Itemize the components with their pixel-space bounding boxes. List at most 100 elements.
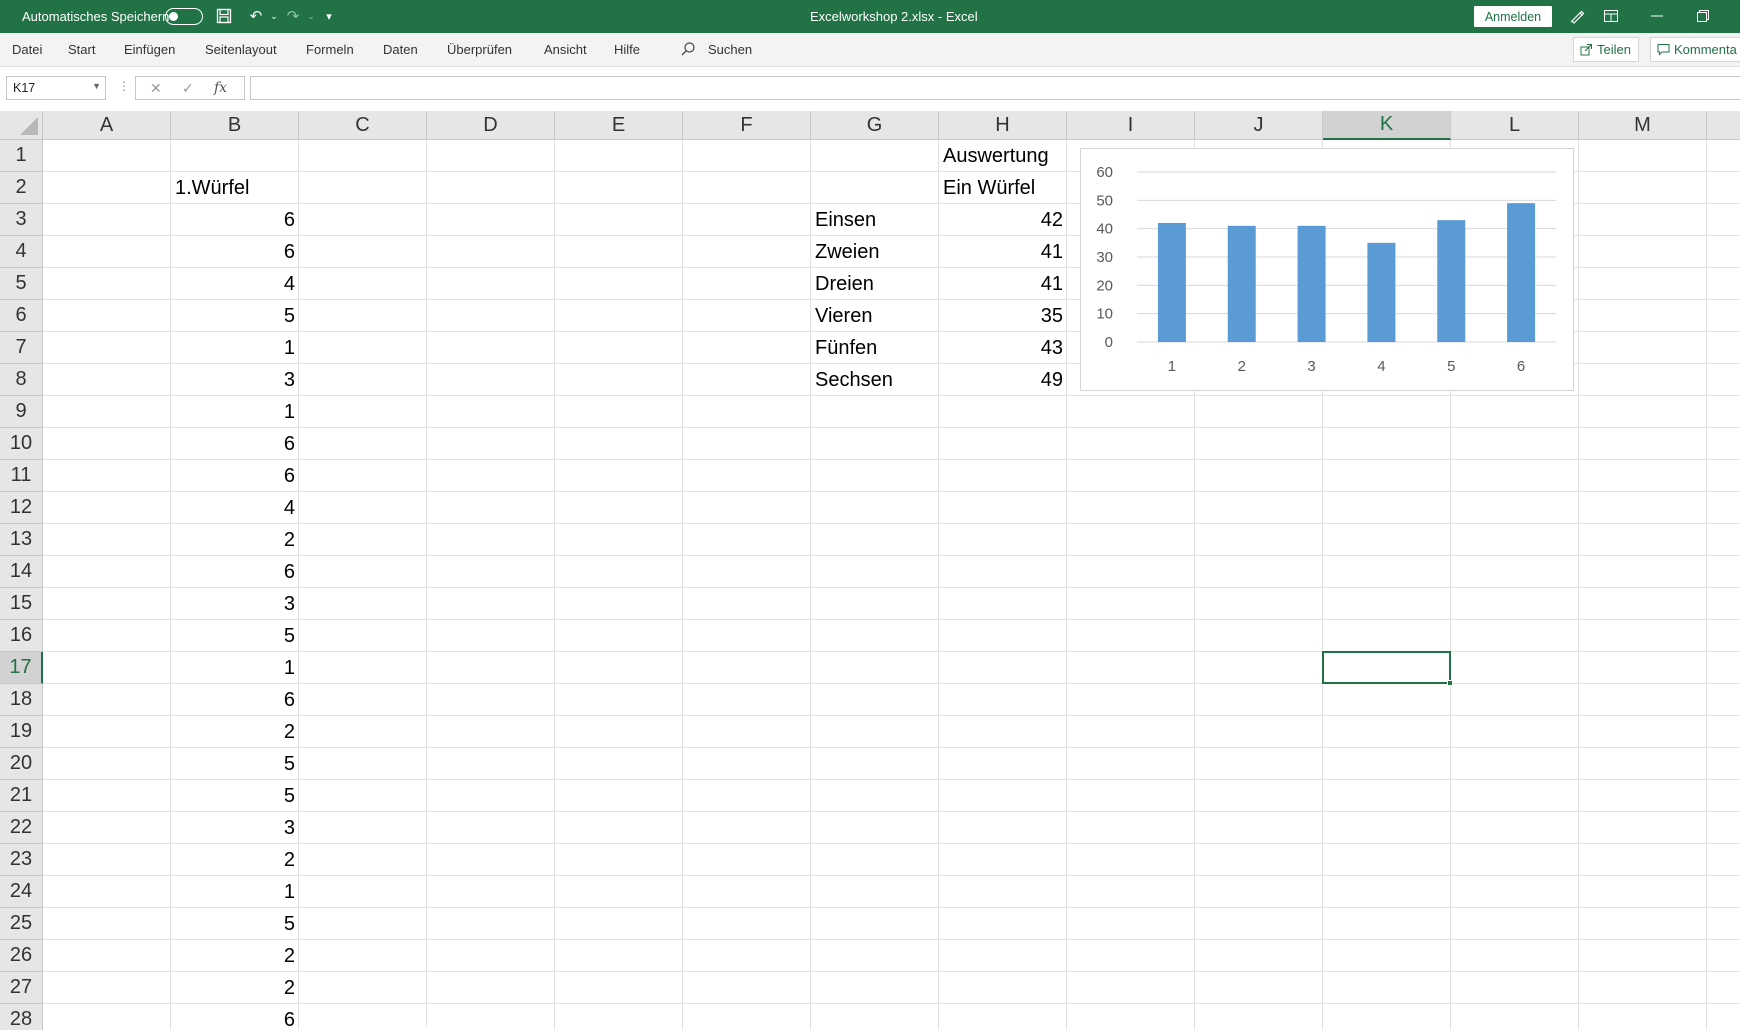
cell-h5[interactable]: 41 xyxy=(939,268,1067,300)
row-header-16[interactable]: 16 xyxy=(0,620,43,652)
bar-1[interactable] xyxy=(1157,223,1186,342)
column-header-k[interactable]: K xyxy=(1323,111,1451,140)
formula-bar-grip-icon[interactable]: ⋮ xyxy=(118,79,130,93)
cell-b26[interactable]: 2 xyxy=(171,940,299,972)
row-header-8[interactable]: 8 xyxy=(0,364,43,396)
comment-button[interactable]: Kommenta xyxy=(1650,37,1740,62)
cell-b22[interactable]: 3 xyxy=(171,812,299,844)
cell-b13[interactable]: 2 xyxy=(171,524,299,556)
column-header-h[interactable]: H xyxy=(939,111,1067,140)
fill-handle[interactable] xyxy=(1447,680,1453,686)
cell-b14[interactable]: 6 xyxy=(171,556,299,588)
row-header-21[interactable]: 21 xyxy=(0,780,43,812)
cell-b9[interactable]: 1 xyxy=(171,396,299,428)
cell-b4[interactable]: 6 xyxy=(171,236,299,268)
column-header-b[interactable]: B xyxy=(171,111,299,140)
cell-b23[interactable]: 2 xyxy=(171,844,299,876)
row-header-10[interactable]: 10 xyxy=(0,428,43,460)
row-header-25[interactable]: 25 xyxy=(0,908,43,940)
cell-b3[interactable]: 6 xyxy=(171,204,299,236)
column-header-l[interactable]: L xyxy=(1451,111,1579,140)
bar-chart[interactable]: 0 10 20 30 40 50 60 1 2 3 4 5 6 xyxy=(1080,148,1574,391)
row-header-14[interactable]: 14 xyxy=(0,556,43,588)
cell-b12[interactable]: 4 xyxy=(171,492,299,524)
menu-datei[interactable]: Datei xyxy=(12,42,42,57)
minimize-icon[interactable] xyxy=(1644,4,1670,28)
menu-formeln[interactable]: Formeln xyxy=(306,42,354,57)
restore-icon[interactable] xyxy=(1690,4,1716,28)
row-header-5[interactable]: 5 xyxy=(0,268,43,300)
row-header-2[interactable]: 2 xyxy=(0,172,43,204)
column-header-d[interactable]: D xyxy=(427,111,555,140)
name-box[interactable]: K17 ▼ xyxy=(6,76,106,100)
menu-hilfe[interactable]: Hilfe xyxy=(614,42,640,57)
cell-b2-header[interactable]: 1.Würfel xyxy=(171,172,363,204)
row-header-28[interactable]: 28 xyxy=(0,1004,43,1030)
column-header-c[interactable]: C xyxy=(299,111,427,140)
save-icon[interactable] xyxy=(213,6,235,26)
row-header-22[interactable]: 22 xyxy=(0,812,43,844)
row-header-6[interactable]: 6 xyxy=(0,300,43,332)
column-header-g[interactable]: G xyxy=(811,111,939,140)
insert-function-icon[interactable]: fx xyxy=(214,80,227,96)
row-header-12[interactable]: 12 xyxy=(0,492,43,524)
row-header-9[interactable]: 9 xyxy=(0,396,43,428)
bar-2[interactable] xyxy=(1227,225,1256,342)
row-header-20[interactable]: 20 xyxy=(0,748,43,780)
row-header-13[interactable]: 13 xyxy=(0,524,43,556)
formula-input[interactable] xyxy=(250,76,1740,100)
bar-4[interactable] xyxy=(1367,242,1396,342)
cell-b24[interactable]: 1 xyxy=(171,876,299,908)
cell-b16[interactable]: 5 xyxy=(171,620,299,652)
menu-daten[interactable]: Daten xyxy=(383,42,418,57)
menu-ansicht[interactable]: Ansicht xyxy=(544,42,587,57)
row-header-11[interactable]: 11 xyxy=(0,460,43,492)
search-icon[interactable] xyxy=(680,41,696,57)
cell-b20[interactable]: 5 xyxy=(171,748,299,780)
menu-einfuegen[interactable]: Einfügen xyxy=(124,42,175,57)
cell-h8[interactable]: 49 xyxy=(939,364,1067,396)
column-header-i[interactable]: I xyxy=(1067,111,1195,140)
signin-button[interactable]: Anmelden xyxy=(1474,6,1552,27)
cell-b21[interactable]: 5 xyxy=(171,780,299,812)
bar-3[interactable] xyxy=(1297,225,1326,342)
cell-b10[interactable]: 6 xyxy=(171,428,299,460)
pen-icon[interactable] xyxy=(1564,4,1590,28)
cell-h7[interactable]: 43 xyxy=(939,332,1067,364)
cell-b28[interactable]: 6 xyxy=(171,1004,299,1030)
column-header-a[interactable]: A xyxy=(43,111,171,140)
cancel-icon[interactable]: ✕ xyxy=(150,80,162,97)
column-header-j[interactable]: J xyxy=(1195,111,1323,140)
cell-b18[interactable]: 6 xyxy=(171,684,299,716)
cell-b5[interactable]: 4 xyxy=(171,268,299,300)
row-header-17[interactable]: 17 xyxy=(0,652,43,684)
column-header-e[interactable]: E xyxy=(555,111,683,140)
row-header-4[interactable]: 4 xyxy=(0,236,43,268)
cell-b15[interactable]: 3 xyxy=(171,588,299,620)
cell-h4[interactable]: 41 xyxy=(939,236,1067,268)
row-header-19[interactable]: 19 xyxy=(0,716,43,748)
share-button[interactable]: Teilen xyxy=(1573,37,1639,62)
cell-b8[interactable]: 3 xyxy=(171,364,299,396)
cell-b17[interactable]: 1 xyxy=(171,652,299,684)
enter-icon[interactable]: ✓ xyxy=(182,80,194,97)
row-header-18[interactable]: 18 xyxy=(0,684,43,716)
menu-start[interactable]: Start xyxy=(68,42,95,57)
bar-5[interactable] xyxy=(1437,220,1466,342)
ribbon-display-icon[interactable] xyxy=(1598,4,1624,28)
search-label[interactable]: Suchen xyxy=(708,42,752,57)
column-header-overflow[interactable] xyxy=(1707,111,1740,140)
row-header-26[interactable]: 26 xyxy=(0,940,43,972)
bar-6[interactable] xyxy=(1507,203,1536,342)
menu-seitenlayout[interactable]: Seitenlayout xyxy=(205,42,277,57)
customize-toolbar-icon[interactable]: ▾ xyxy=(318,6,340,26)
active-cell-k17[interactable] xyxy=(1322,651,1453,686)
row-header-7[interactable]: 7 xyxy=(0,332,43,364)
cell-b11[interactable]: 6 xyxy=(171,460,299,492)
cell-h6[interactable]: 35 xyxy=(939,300,1067,332)
cell-b25[interactable]: 5 xyxy=(171,908,299,940)
row-header-1[interactable]: 1 xyxy=(0,140,43,172)
cell-h3[interactable]: 42 xyxy=(939,204,1067,236)
column-header-f[interactable]: F xyxy=(683,111,811,140)
row-header-15[interactable]: 15 xyxy=(0,588,43,620)
